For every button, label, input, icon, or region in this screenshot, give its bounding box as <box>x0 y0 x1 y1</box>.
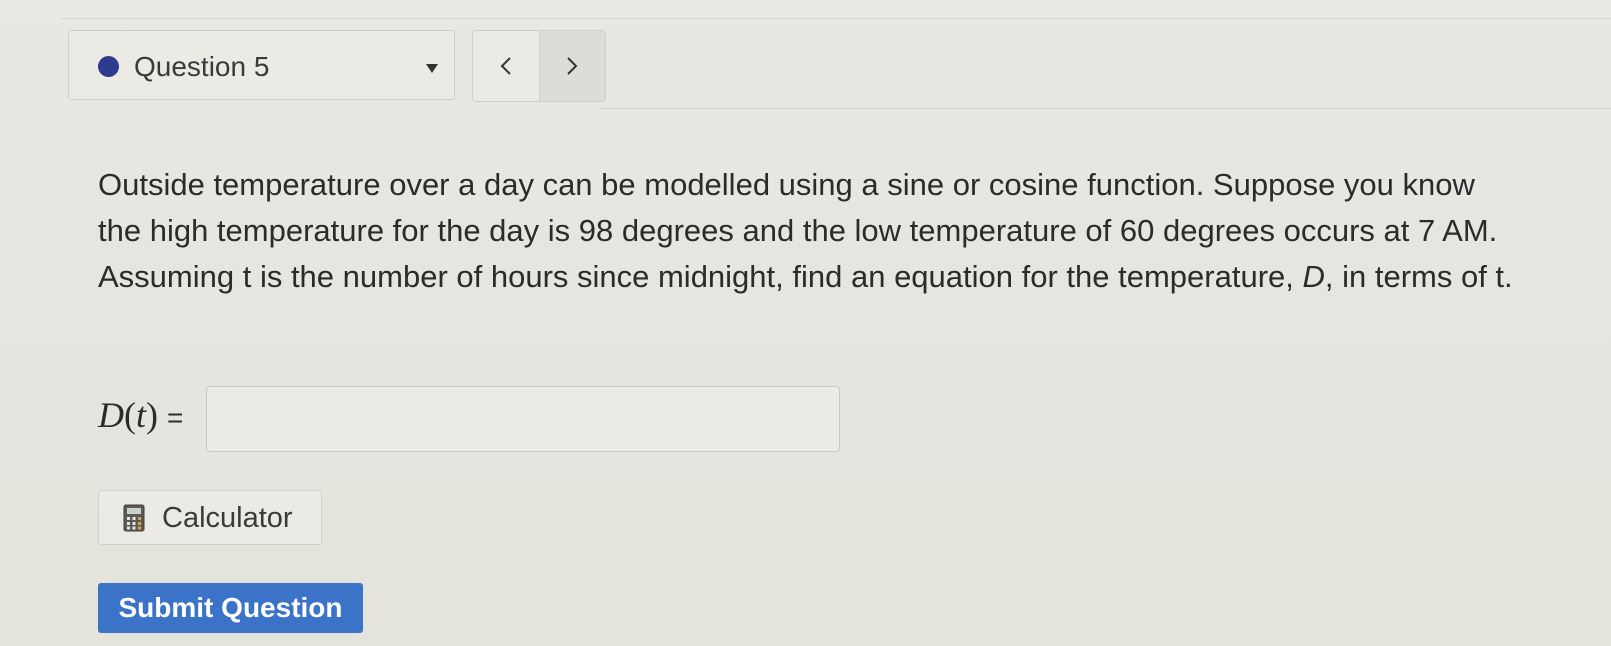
question-text: Outside temperature over a day can be mo… <box>98 162 1518 300</box>
previous-question-button[interactable] <box>473 31 539 101</box>
answer-label: D(t) = <box>98 395 184 435</box>
submit-question-button[interactable]: Submit Question <box>98 583 363 633</box>
answer-equals: = <box>167 402 184 433</box>
next-question-button[interactable] <box>538 31 605 101</box>
nav-divider <box>600 108 1611 109</box>
question-selector[interactable]: Question 5 <box>68 30 455 100</box>
question-selector-label: Question 5 <box>134 51 270 82</box>
caret-down-icon <box>426 64 438 73</box>
chevron-left-icon <box>500 57 511 75</box>
answer-arg: t <box>136 395 147 435</box>
calculator-button[interactable]: Calculator <box>98 490 322 545</box>
question-text-part-2: , in terms of t. <box>1324 259 1513 294</box>
question-text-part-1: Outside temperature over a day can be mo… <box>98 167 1498 294</box>
submit-question-label: Submit Question <box>118 592 343 623</box>
answer-input[interactable] <box>206 386 840 452</box>
top-divider <box>60 18 1611 19</box>
question-nav <box>472 30 606 102</box>
question-variable: D <box>1302 259 1325 294</box>
calculator-label: Calculator <box>162 502 293 534</box>
calculator-icon <box>123 504 145 532</box>
answer-func-name: D <box>98 395 124 435</box>
chevron-right-icon <box>567 57 578 75</box>
question-status-dot <box>98 56 119 77</box>
